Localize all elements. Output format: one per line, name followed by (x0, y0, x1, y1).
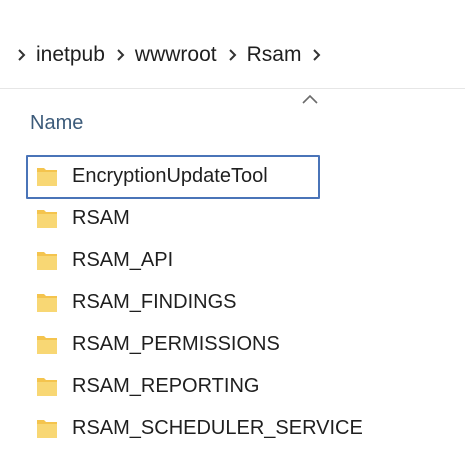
chevron-right-icon[interactable] (309, 40, 325, 70)
chevron-right-icon[interactable] (225, 40, 241, 70)
folder-icon (36, 164, 58, 188)
window-top-strip (0, 0, 469, 19)
folder-icon (36, 290, 58, 314)
folder-icon (36, 416, 58, 440)
list-item[interactable]: RSAM_PERMISSIONS (26, 323, 456, 365)
list-item[interactable]: RSAM (26, 197, 456, 239)
list-item[interactable]: EncryptionUpdateTool (26, 155, 456, 199)
folder-icon (36, 374, 58, 398)
breadcrumb-item-inetpub[interactable]: inetpub (30, 40, 113, 70)
list-item-label: RSAM_SCHEDULER_SERVICE (72, 417, 363, 439)
sort-ascending-icon (300, 92, 320, 106)
right-gutter (465, 88, 469, 450)
list-item[interactable]: RSAM_REPORTING (26, 365, 456, 407)
chevron-right-icon[interactable] (113, 40, 129, 70)
folder-icon (36, 206, 58, 230)
chevron-right-icon[interactable] (14, 40, 30, 70)
list-item-label: RSAM_FINDINGS (72, 291, 237, 313)
list-item-label: RSAM_PERMISSIONS (72, 333, 280, 355)
list-item-label: RSAM_REPORTING (72, 375, 260, 397)
selection-highlight (26, 155, 320, 199)
file-explorer-window: inetpub wwwroot Rsam Name EncryptionUpda… (0, 0, 469, 450)
address-bar[interactable]: inetpub wwwroot Rsam (0, 18, 469, 89)
list-item-label: RSAM (72, 207, 130, 229)
list-item-label: RSAM_API (72, 249, 174, 271)
folder-icon (36, 248, 58, 272)
list-item[interactable]: RSAM_API (26, 239, 456, 281)
breadcrumb: inetpub wwwroot Rsam (14, 40, 325, 70)
breadcrumb-item-rsam[interactable]: Rsam (241, 40, 310, 70)
list-item[interactable]: RSAM_SCHEDULER_SERVICE (26, 407, 456, 449)
folder-icon (36, 332, 58, 356)
list-item[interactable]: RSAM_FINDINGS (26, 281, 456, 323)
file-list: EncryptionUpdateTool RSAM RSAM_API RSAM_… (26, 155, 456, 449)
column-header-name[interactable]: Name (30, 110, 83, 136)
breadcrumb-item-wwwroot[interactable]: wwwroot (129, 40, 225, 70)
